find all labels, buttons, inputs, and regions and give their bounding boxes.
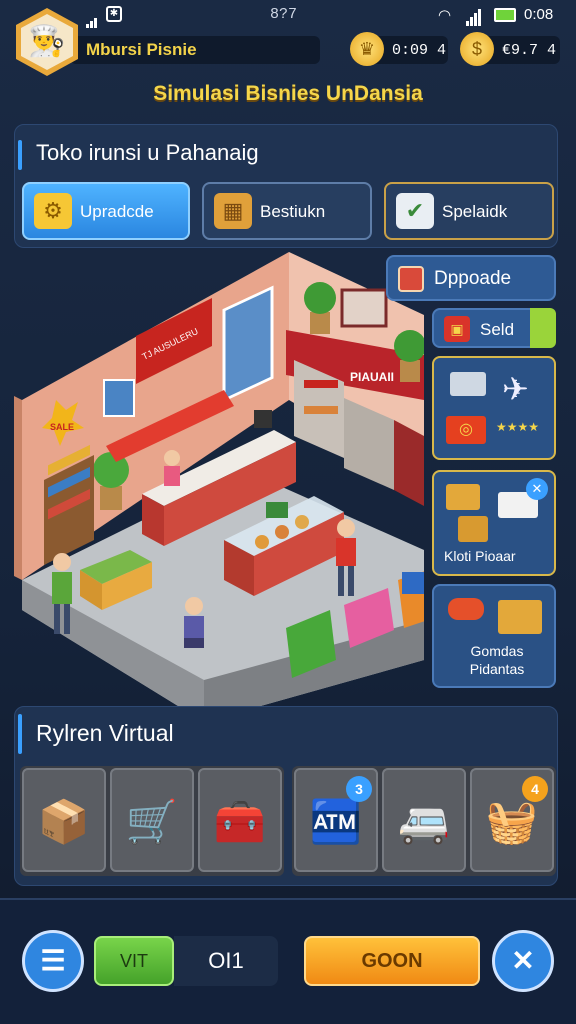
gold-currency[interactable]: ♛ 0:09 4	[350, 32, 448, 66]
card-sales-items[interactable]: ✈ ◎ ★★★★	[432, 356, 556, 460]
shop-title: Toko irunsi u Pahanaig	[36, 140, 259, 165]
shopping-cart-icon: 🛒	[125, 798, 179, 845]
shop-title-accent	[18, 140, 22, 170]
register-icon	[450, 372, 486, 396]
gold-coin-icon: ♛	[350, 32, 384, 66]
signal-icon	[86, 10, 98, 28]
wall-badge-text: SALE	[50, 422, 74, 432]
dppoade-label: Dppoade	[434, 268, 512, 289]
game-title: Simulasi Bisnies UnDansia	[153, 82, 423, 105]
window	[103, 379, 135, 417]
inventory-slot-cart[interactable]: 🛒	[110, 768, 194, 872]
gear-icon: ⚙	[34, 193, 72, 229]
wall-painting	[340, 288, 388, 328]
airplane-icon: ✈	[502, 371, 529, 407]
left-wall-edge	[14, 396, 22, 580]
kiosk-badge: 3	[346, 776, 372, 802]
seld-indicator	[530, 308, 556, 348]
goods-crate-icon	[498, 600, 542, 634]
card-goods-label: Gomdas Pidantas	[469, 643, 525, 677]
list-icon: ☰	[40, 945, 66, 976]
inventory-slot-van[interactable]: 🚐	[382, 768, 466, 872]
bag-icon: ✔	[396, 193, 434, 229]
store-scene[interactable]: TJ AUSULERU SALE PIAUAII	[14, 250, 424, 725]
cash-value: €9.7 4	[502, 42, 557, 59]
inventory-slot-crate[interactable]: 🧰	[198, 768, 282, 872]
gold-value: 0:09 4	[392, 42, 447, 59]
box-icon: ▦	[214, 193, 252, 229]
status-clock-center: 8?7	[270, 6, 298, 23]
close-badge-icon[interactable]: ✕	[526, 478, 548, 500]
player-name: Mbursi Pisnie	[86, 40, 197, 59]
inventory-title-accent	[18, 714, 22, 754]
settings-status-icon: ✱	[106, 6, 122, 22]
goods-badge: 4	[522, 776, 548, 802]
customer-mid	[184, 597, 204, 648]
register-screen	[254, 410, 272, 428]
special-button-label: Spelaidk	[442, 202, 508, 221]
cashier-body	[164, 466, 180, 486]
scroll-icon	[398, 266, 424, 292]
delivery-van-icon: 🚐	[397, 798, 451, 845]
small-box-icon	[458, 516, 488, 542]
chef-avatar-icon: 👨‍🍳	[21, 14, 73, 70]
price-tag	[266, 502, 288, 518]
cell-signal-icon	[466, 8, 482, 26]
dppoade-button[interactable]: Dppoade	[386, 255, 556, 301]
inventory-slot-kiosk[interactable]: 🏧 3	[294, 768, 378, 872]
counter-value: OI1	[174, 936, 278, 986]
goods-roll-icon	[448, 598, 484, 620]
stars-icon: ★★★★	[496, 420, 540, 434]
go-button[interactable]: GOON	[304, 936, 480, 986]
bottom-bar	[0, 898, 576, 1024]
wifi-icon: ◠	[438, 7, 452, 24]
upgrade-button-label: Upradcde	[80, 202, 154, 221]
vit-button[interactable]: VIT	[94, 936, 174, 986]
crate-icon: 🧰	[213, 798, 267, 845]
battery-icon	[494, 8, 516, 22]
upgrade-button[interactable]: ⚙ Upradcde	[22, 182, 190, 240]
inventory-slot-goods[interactable]: 🧺 4	[470, 768, 554, 872]
seld-label: Seld	[480, 320, 515, 339]
close-button[interactable]: ✕	[492, 930, 554, 992]
cardboard-box-icon: 📦	[37, 798, 91, 845]
card-parcel[interactable]: ✕ Kloti Pioaar	[432, 470, 556, 576]
status-clock: 0:08	[524, 6, 554, 23]
best-button-label: Bestiukn	[260, 202, 326, 221]
cash-currency[interactable]: $ €9.7 4	[460, 32, 560, 66]
card-parcel-label: Kloti Pioaar	[444, 548, 516, 564]
ticket-icon: ◎	[446, 416, 486, 444]
menu-button[interactable]: ☰	[22, 930, 84, 992]
close-icon: ✕	[511, 945, 535, 976]
inventory-slot-box[interactable]: 📦	[22, 768, 106, 872]
card-goods[interactable]: Gomdas Pidantas	[432, 584, 556, 688]
status-bar: ✱ 8?7 ◠ 0:08	[0, 0, 576, 30]
sell-box-icon: ▣	[444, 316, 470, 342]
special-button[interactable]: ✔ Spelaidk	[384, 182, 554, 240]
parcel-box-icon	[446, 484, 480, 510]
cash-coin-icon: $	[460, 32, 494, 66]
cashier-head	[164, 450, 180, 466]
best-button[interactable]: ▦ Bestiukn	[202, 182, 372, 240]
inventory-title: Rylren Virtual	[36, 720, 174, 746]
seld-button[interactable]: ▣ Seld	[432, 308, 556, 348]
store-sign-text: PIAUAII	[350, 370, 394, 384]
